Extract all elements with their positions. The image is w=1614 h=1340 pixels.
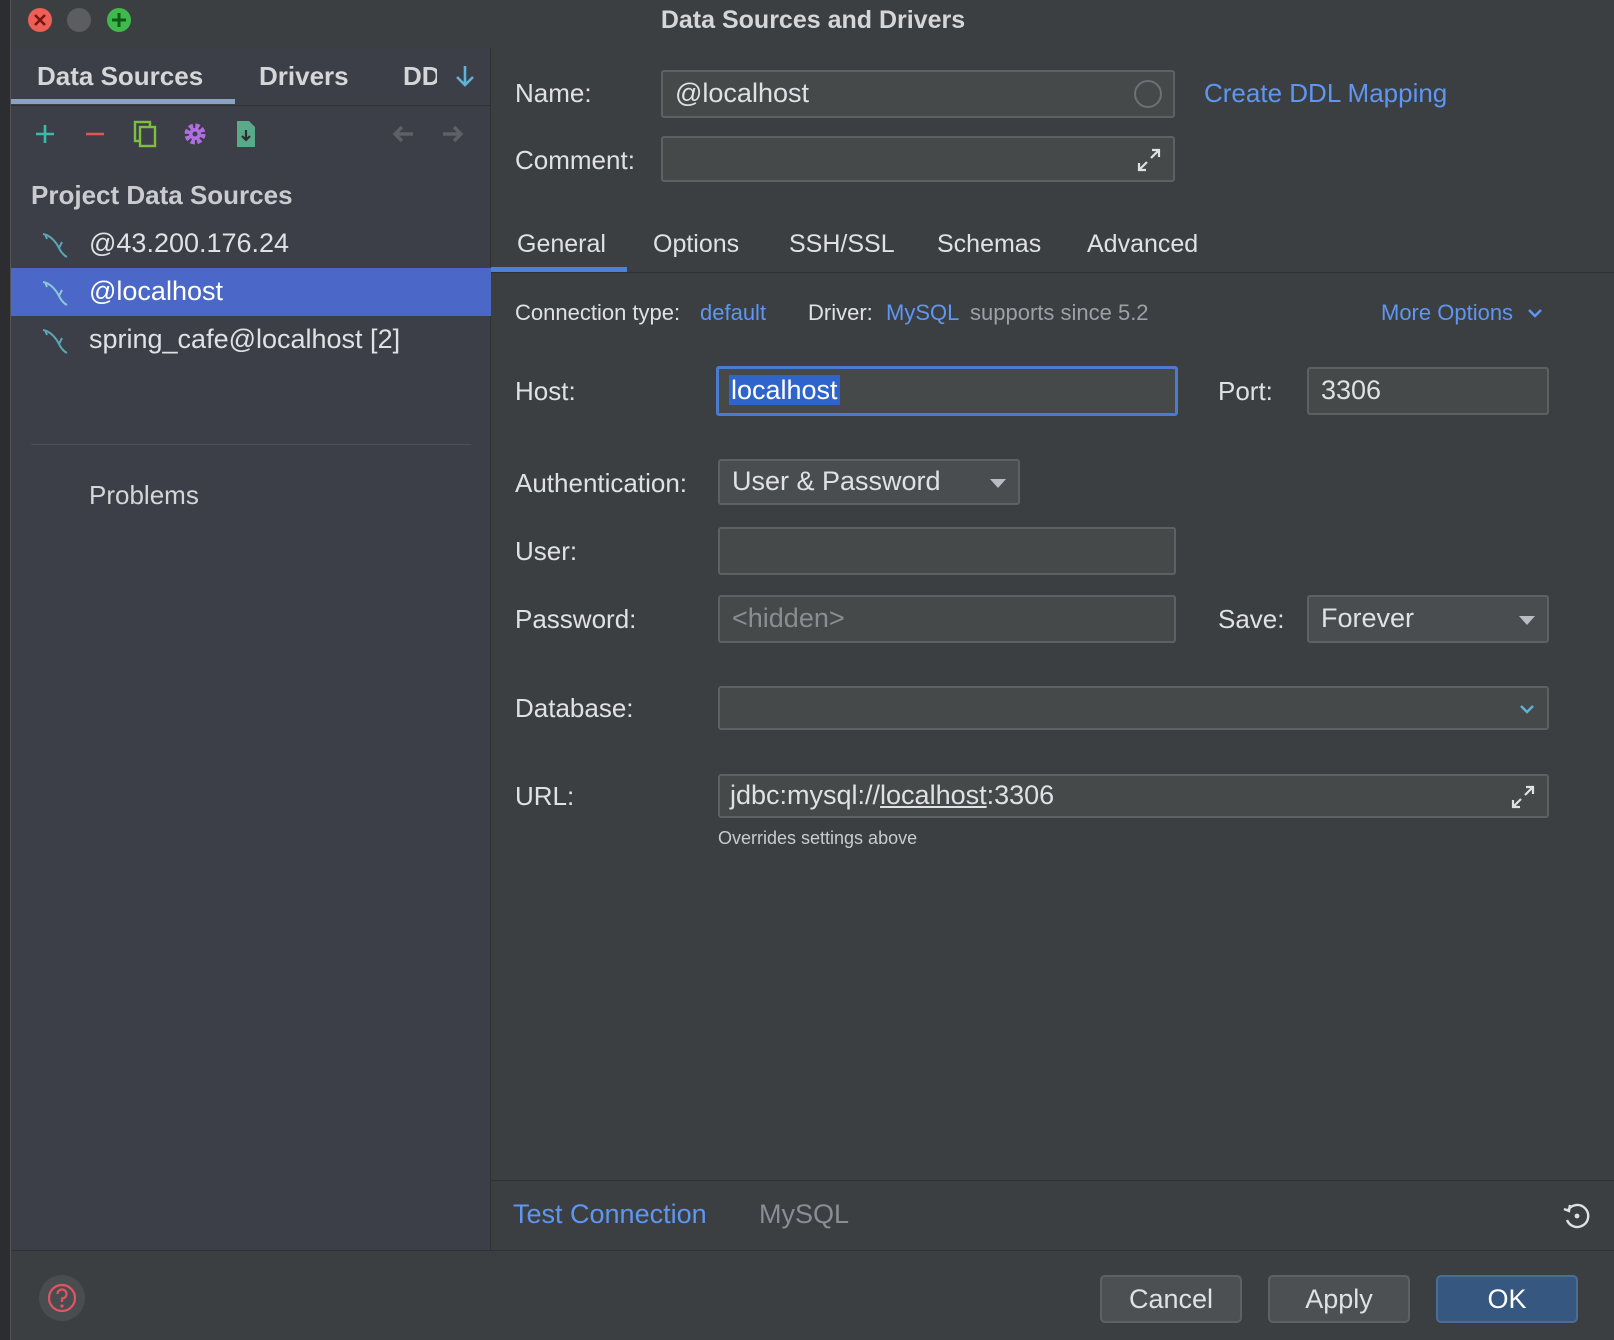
data-source-label: @43.200.176.24 — [89, 228, 290, 258]
arrow-down-icon[interactable] — [451, 62, 479, 90]
authentication-label: Authentication: — [515, 468, 688, 498]
mysql-dolphin-icon — [42, 329, 68, 354]
tab-schemas[interactable]: Schemas — [937, 230, 1041, 259]
authentication-select[interactable]: User & Password — [718, 459, 1020, 505]
expand-icon[interactable] — [1509, 783, 1537, 811]
chevron-down-icon[interactable] — [1517, 700, 1537, 718]
import-file-icon[interactable] — [229, 118, 261, 150]
port-label: Port: — [1218, 376, 1273, 406]
tab-data-sources[interactable]: Data Sources — [37, 61, 203, 92]
driver-link[interactable]: MySQL — [886, 300, 959, 326]
host-selected-text: localhost — [729, 375, 840, 405]
data-source-item[interactable]: @43.200.176.24 — [11, 220, 491, 268]
url-input[interactable]: jdbc:mysql://localhost:3306 — [718, 774, 1549, 818]
project-data-sources-heading: Project Data Sources — [31, 180, 293, 210]
mysql-dolphin-icon — [42, 281, 68, 306]
url-suffix: :3306 — [986, 780, 1055, 810]
port-value: 3306 — [1321, 375, 1382, 405]
data-source-item-selected[interactable]: @localhost — [11, 268, 491, 316]
problems-item[interactable]: Problems — [89, 480, 199, 511]
settings-tabs: General Options SSH/SSL Schemas Advanced — [491, 218, 1614, 273]
url-value: jdbc:mysql://localhost:3306 — [730, 780, 1054, 811]
driver-footer-label: MySQL — [759, 1199, 850, 1229]
test-connection-link[interactable]: Test Connection — [513, 1199, 707, 1230]
cancel-button[interactable]: Cancel — [1100, 1275, 1242, 1323]
host-value: localhost — [729, 375, 840, 406]
expand-icon[interactable] — [1135, 146, 1163, 174]
tab-options[interactable]: Options — [653, 230, 739, 259]
name-value: @localhost — [675, 78, 809, 108]
user-label: User: — [515, 536, 578, 566]
add-icon[interactable] — [29, 118, 61, 150]
color-circle-icon[interactable] — [1133, 79, 1163, 109]
url-hint: Overrides settings above — [718, 828, 918, 848]
tab-advanced[interactable]: Advanced — [1087, 230, 1198, 259]
port-input[interactable]: 3306 — [1307, 367, 1549, 415]
comment-label: Comment: — [515, 145, 635, 175]
right-panel: Name: @localhost Create DDL Mapping Comm… — [491, 48, 1614, 1250]
save-value: Forever — [1321, 603, 1415, 633]
help-button[interactable] — [39, 1275, 85, 1321]
left-panel: Data Sources Drivers DD Project Data Sou… — [11, 48, 491, 1250]
data-source-item[interactable]: spring_cafe@localhost [2] — [11, 316, 491, 364]
tab-general[interactable]: General — [517, 230, 606, 259]
help-icon — [47, 1283, 77, 1313]
create-ddl-mapping-link[interactable]: Create DDL Mapping — [1204, 78, 1447, 109]
reset-history-icon[interactable] — [1561, 1200, 1593, 1232]
connection-type-label: Connection type: — [515, 300, 681, 325]
window-title: Data Sources and Drivers — [660, 6, 966, 34]
more-options-label: More Options — [1381, 300, 1514, 325]
apply-button[interactable]: Apply — [1268, 1275, 1410, 1323]
url-host: localhost — [880, 780, 987, 810]
data-source-label: @localhost — [89, 276, 223, 306]
authentication-value: User & Password — [732, 466, 941, 496]
more-options-link[interactable]: More Options — [1381, 300, 1545, 326]
tab-drivers[interactable]: Drivers — [259, 61, 349, 92]
settings-gear-icon[interactable] — [179, 118, 211, 150]
dialog-window: Data Sources and Drivers Data Sources Dr… — [10, 0, 1614, 1340]
url-prefix: jdbc:mysql:// — [730, 780, 881, 810]
name-label: Name: — [515, 78, 592, 108]
data-source-label: spring_cafe@localhost [2] — [89, 324, 401, 354]
title-bar: Data Sources and Drivers — [11, 0, 1614, 48]
active-tab-underline — [491, 267, 627, 272]
user-input[interactable] — [718, 527, 1176, 575]
driver-version-note: supports since 5.2 — [970, 300, 1149, 325]
dialog-footer: Cancel Apply OK — [11, 1250, 1614, 1340]
host-input[interactable]: localhost — [716, 366, 1178, 416]
driver-label: Driver: — [808, 300, 873, 325]
mysql-dolphin-icon — [42, 233, 68, 258]
save-select[interactable]: Forever — [1307, 595, 1549, 643]
dropdown-arrow-icon — [1519, 616, 1535, 625]
active-tab-underline — [11, 99, 235, 104]
forward-arrow-icon[interactable] — [437, 118, 469, 150]
database-label: Database: — [515, 693, 634, 723]
host-label: Host: — [515, 376, 576, 406]
tab-ssh-ssl[interactable]: SSH/SSL — [789, 230, 895, 259]
chevron-down-icon — [1528, 309, 1543, 318]
remove-icon[interactable] — [79, 118, 111, 150]
duplicate-icon[interactable] — [129, 118, 161, 150]
left-tabs: Data Sources Drivers DD — [11, 48, 491, 106]
save-label: Save: — [1218, 604, 1285, 634]
url-label: URL: — [515, 781, 575, 811]
tab-ddl-mappings[interactable]: DD — [403, 61, 437, 92]
back-arrow-icon[interactable] — [387, 118, 419, 150]
password-input[interactable]: <hidden> — [718, 595, 1176, 643]
comment-input[interactable] — [661, 136, 1175, 182]
password-placeholder: <hidden> — [732, 603, 845, 633]
password-label: Password: — [515, 604, 637, 634]
name-input[interactable]: @localhost — [661, 70, 1175, 118]
dropdown-arrow-icon — [990, 479, 1006, 488]
connection-bar: Test Connection MySQL — [491, 1180, 1614, 1250]
ok-button[interactable]: OK — [1436, 1275, 1578, 1323]
section-divider — [31, 444, 471, 445]
database-combobox[interactable] — [718, 686, 1549, 730]
connection-type-link[interactable]: default — [700, 300, 766, 326]
